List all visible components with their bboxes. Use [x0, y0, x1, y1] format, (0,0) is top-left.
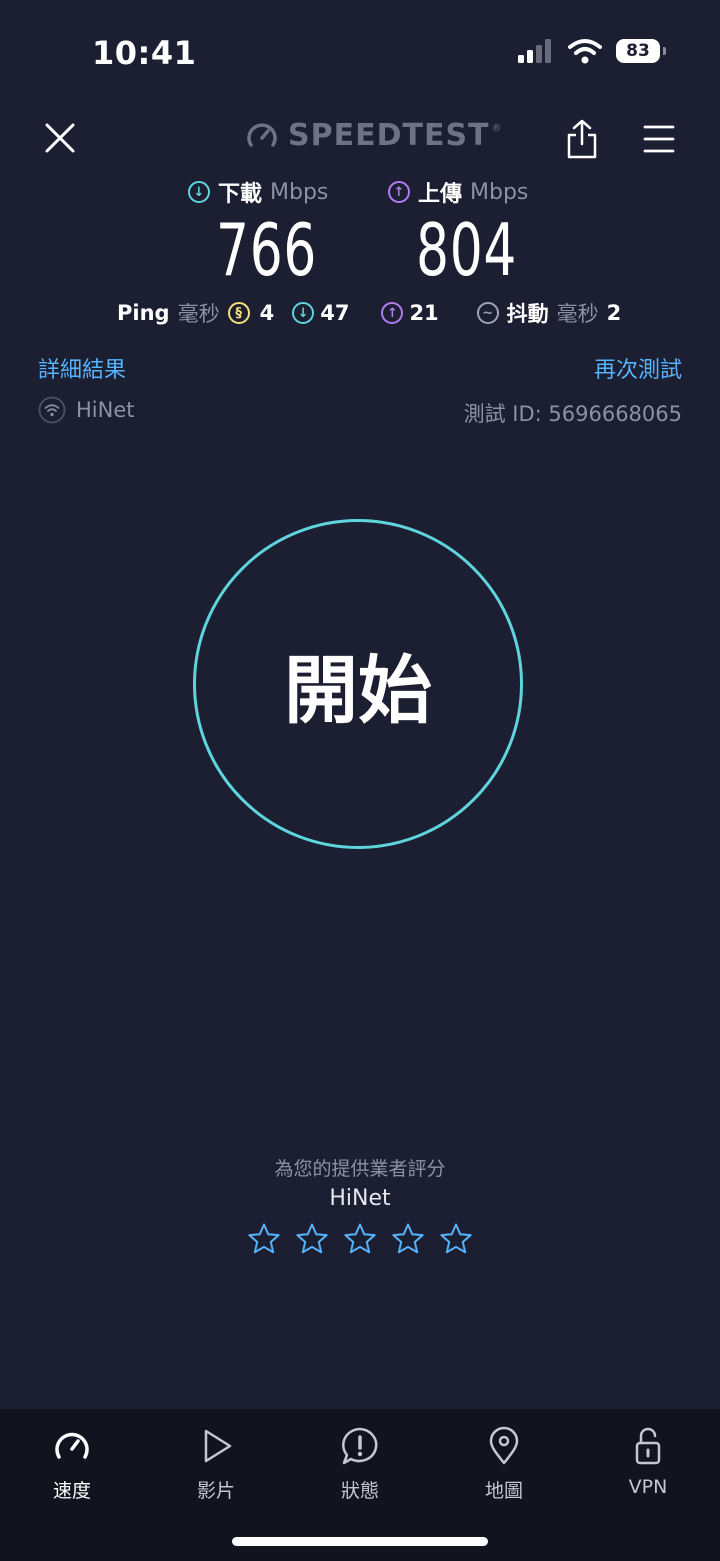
upload-label: 上傳 [418, 182, 463, 207]
idle-latency-icon: § [227, 302, 250, 324]
speedtest-logo: SPEEDTEST ® [246, 118, 502, 153]
home-indicator [232, 1537, 488, 1546]
ping-up-value: 21 [409, 301, 439, 325]
alert-bubble-icon [342, 1427, 378, 1465]
tab-status[interactable]: 狀態 [310, 1426, 410, 1503]
lock-icon [635, 1427, 661, 1465]
tab-video[interactable]: 影片 [166, 1426, 266, 1503]
download-label: 下載 [218, 182, 263, 207]
share-icon[interactable] [564, 118, 600, 160]
upload-label-row: ↑ 上傳 Mbps [388, 176, 528, 208]
close-icon[interactable] [40, 118, 80, 158]
star-1-icon[interactable] [247, 1222, 281, 1256]
tab-vpn[interactable]: VPN [598, 1426, 698, 1498]
download-unit: Mbps [270, 179, 329, 205]
status-icons: 83 [518, 38, 666, 64]
tab-speed[interactable]: 速度 [22, 1426, 122, 1503]
ping-down-value: 47 [320, 301, 350, 325]
details-link[interactable]: 詳細結果 [38, 352, 126, 384]
ping-unit: 毫秒 [177, 302, 220, 326]
upload-speed-value: 804 [416, 208, 518, 292]
battery-level: 83 [626, 41, 650, 61]
jitter-label: 抖動 [506, 302, 549, 326]
tab-vpn-label: VPN [628, 1476, 668, 1498]
logo-mark: ® [491, 123, 502, 134]
star-2-icon[interactable] [295, 1222, 329, 1256]
ping-label: Ping [117, 301, 170, 325]
download-speed-value: 766 [216, 208, 318, 292]
logo-text: SPEEDTEST [288, 118, 490, 153]
play-icon [204, 1429, 232, 1463]
tab-status-label: 狀態 [340, 1480, 379, 1502]
test-id-value: 5696668065 [548, 402, 682, 426]
star-3-icon[interactable] [343, 1222, 377, 1256]
ping-row: Ping 毫秒 § 4 ↓ 47 ↑ 21 ~ 抖動 毫秒 2 [117, 298, 621, 328]
start-test-button[interactable]: 開始 [193, 519, 523, 849]
test-id-label: 測試 ID: [463, 402, 542, 426]
battery-indicator: 83 [616, 39, 666, 63]
download-label-row: ↓ 下載 Mbps [188, 176, 328, 208]
star-4-icon[interactable] [391, 1222, 425, 1256]
wifi-icon [568, 39, 602, 64]
isp-name: HiNet [76, 398, 135, 422]
jitter-value: 2 [606, 301, 622, 325]
ping-idle-value: 4 [259, 301, 275, 325]
upload-arrow-icon: ↑ [388, 181, 410, 203]
upload-unit: Mbps [470, 179, 529, 205]
star-5-icon[interactable] [439, 1222, 473, 1256]
connection-info: HiNet [38, 396, 135, 424]
status-time: 10:41 [92, 34, 197, 72]
menu-icon[interactable] [642, 122, 676, 156]
map-pin-icon [489, 1426, 519, 1465]
download-arrow-icon: ↓ [188, 181, 210, 203]
retest-link[interactable]: 再次測試 [594, 352, 682, 384]
upload-latency-icon: ↑ [381, 302, 404, 324]
start-button-label: 開始 [284, 647, 432, 734]
jitter-unit: 毫秒 [556, 302, 599, 326]
download-latency-icon: ↓ [292, 302, 315, 324]
cellular-signal-icon [518, 39, 551, 63]
tab-map[interactable]: 地圖 [454, 1426, 554, 1503]
rating-isp-name: HiNet [329, 1186, 391, 1211]
rating-prompt: 為您的提供業者評分 [274, 1158, 446, 1180]
test-id: 測試 ID: 5696668065 [464, 398, 682, 428]
wifi-circle-icon [38, 396, 66, 424]
rating-stars [0, 1222, 720, 1256]
tab-speed-label: 速度 [52, 1480, 91, 1502]
tab-map-label: 地圖 [484, 1480, 523, 1502]
speedometer-logo-icon [247, 122, 277, 147]
tab-video-label: 影片 [196, 1480, 235, 1502]
jitter-icon: ~ [476, 302, 499, 324]
speedometer-icon [55, 1432, 89, 1459]
